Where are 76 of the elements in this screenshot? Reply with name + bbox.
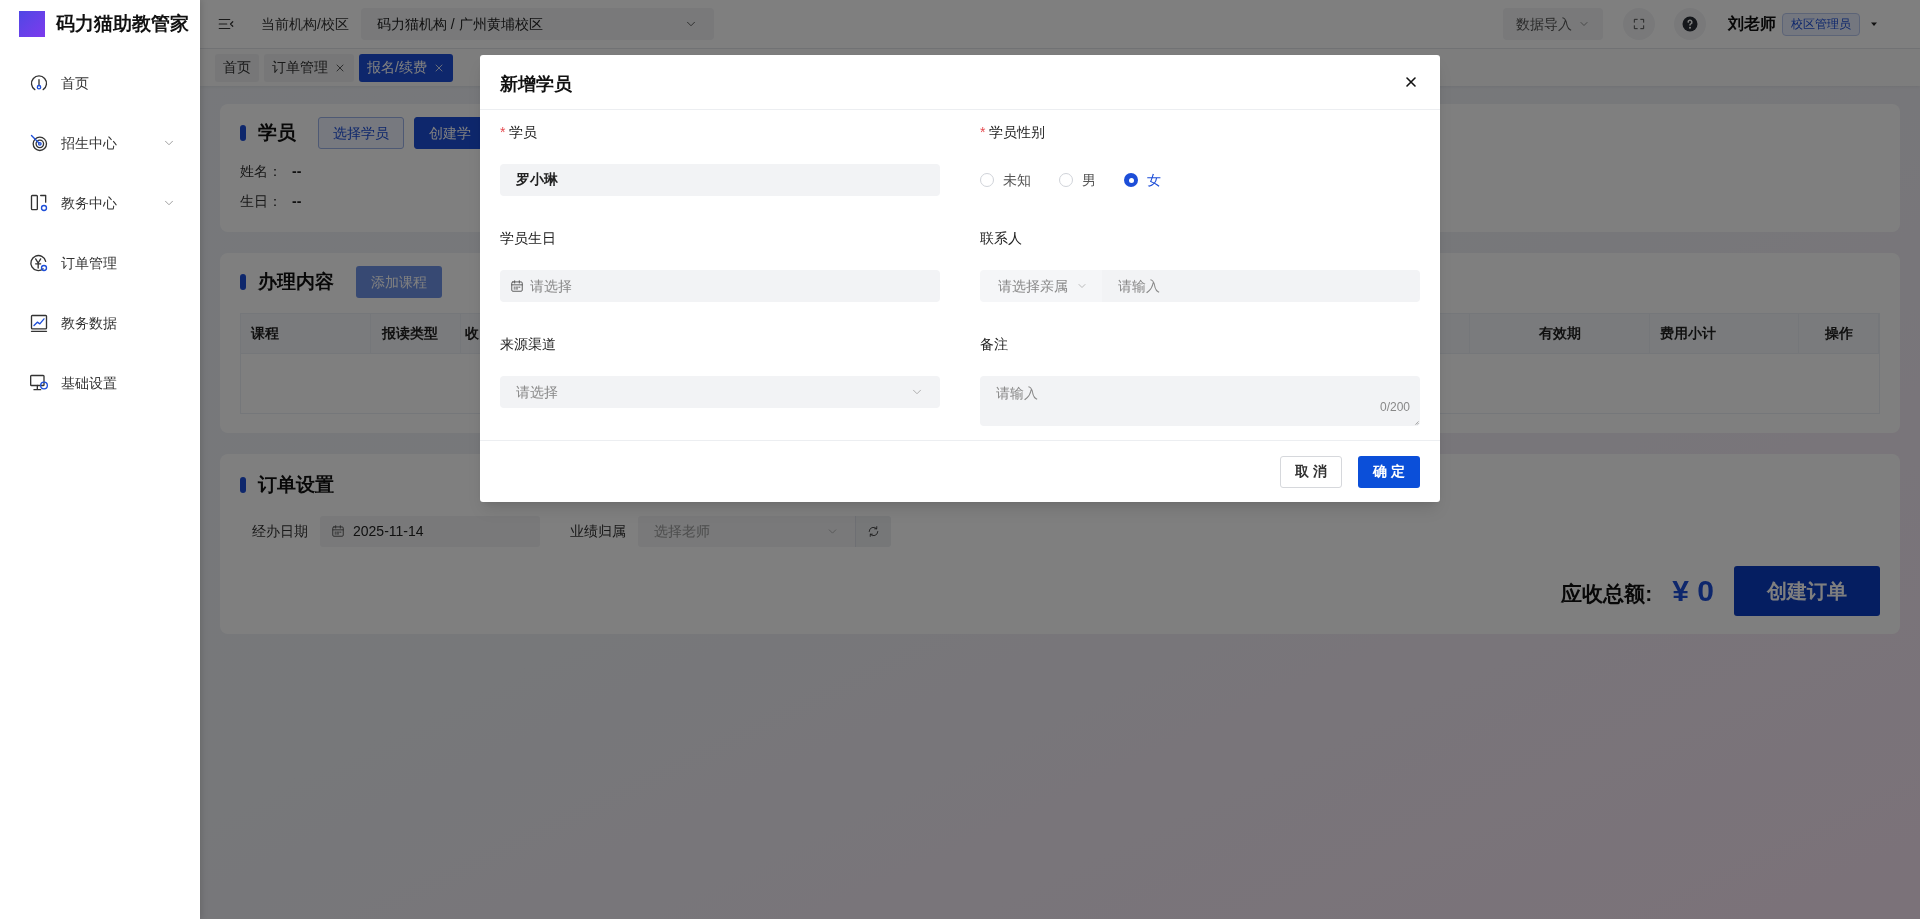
date-field[interactable]: 2025-11-14 [320,515,540,547]
refresh-icon [867,524,880,538]
field-label: 经办日期 [252,521,308,541]
column-header: 报读类型 [382,324,438,343]
fullscreen-icon [1632,17,1646,31]
fullscreen-button[interactable] [1623,8,1655,40]
section-title: 订单设置 [258,473,334,497]
calendar-icon [510,279,524,293]
name-field[interactable]: 罗小琳 [500,164,940,196]
add-course-button[interactable]: 添加课程 [356,266,442,298]
yen-gear-icon [29,253,49,273]
logo-icon [19,11,45,37]
tab[interactable]: 订单管理 [264,53,354,82]
field-label: * 学员性别 [980,122,1047,142]
panels-gear-icon [29,193,49,213]
field-label: 学员生日 [500,228,557,248]
field-label: 备注 [980,334,1009,354]
app-title: 码力猫助教管家 [56,11,189,36]
help-icon [1681,15,1699,33]
import-button[interactable]: 数据导入 [1503,8,1603,40]
gauge-icon [29,73,49,93]
title-marker [240,477,246,494]
source-select[interactable]: 请选择 [500,376,940,408]
refresh-button[interactable] [855,515,891,547]
total-amount: ¥ 0 [1672,573,1714,609]
field-value: -- [292,162,302,181]
sidebar-item[interactable]: 基础设置 [0,353,200,413]
help-button[interactable] [1674,8,1706,40]
sidebar-item[interactable]: 教务数据 [0,293,200,353]
date-field[interactable]: 请选择 [500,270,940,302]
radio-option[interactable]: 男 [1059,169,1096,191]
section-title: 学员 [258,120,296,145]
column-header: 操作 [1824,324,1853,343]
org-select[interactable]: 码力猫机构 / 广州黄埔校区 [360,8,714,40]
create-order-button[interactable]: 创建订单 [1734,565,1880,616]
radio-button[interactable] [1124,173,1138,187]
field-label: 联系人 [980,228,1023,248]
field-value: -- [292,192,302,211]
field-label: 业绩归属 [570,521,626,541]
column-header: 费用小计 [1660,324,1716,343]
column-header: 课程 [251,324,279,343]
sidebar-item[interactable]: 订单管理 [0,233,200,293]
radio-button[interactable] [1059,173,1073,187]
column-header: 收 [465,324,479,343]
tab[interactable]: 报名/续费 [359,53,453,82]
monitor-gear-icon [29,373,49,393]
role-badge: 校区管理员 [1782,12,1860,36]
radio-option[interactable]: 女 [1124,169,1161,191]
target-icon [29,133,49,153]
column-header: 有效期 [1538,324,1581,343]
select-student-button[interactable]: 选择学员 [318,117,404,149]
title-marker [240,125,246,141]
cancel-button[interactable]: 取 消 [1280,455,1342,488]
contact-field[interactable]: 请输入 [1102,270,1420,302]
ok-button[interactable]: 确 定 [1358,455,1420,488]
title-marker [240,274,246,290]
field-label: 生日： [240,192,282,211]
sidebar-item[interactable]: 教务中心 [0,173,200,233]
total-label: 应收总额: [1561,580,1653,607]
user-name: 刘老师 [1728,14,1776,34]
relation-select[interactable]: 请选择亲属 [980,270,1102,302]
sidebar-item[interactable]: 首页 [0,53,200,113]
field-label: 来源渠道 [500,334,557,354]
dialog-title: 新增学员 [500,72,572,96]
chart-icon [29,313,49,333]
radio-option[interactable]: 未知 [980,169,1031,191]
field-label: 姓名： [240,162,282,181]
calendar-icon [331,524,345,538]
close-icon [1403,74,1419,90]
char-counter: 0/200 [1379,399,1410,416]
org-label: 当前机构/校区 [261,14,349,34]
radio-button[interactable] [980,173,994,187]
tab[interactable]: 首页 [215,53,259,82]
remark-field[interactable]: 请输入 0/200 [980,376,1420,426]
section-title: 办理内容 [258,269,334,294]
sidebar-item[interactable]: 招生中心 [0,113,200,173]
